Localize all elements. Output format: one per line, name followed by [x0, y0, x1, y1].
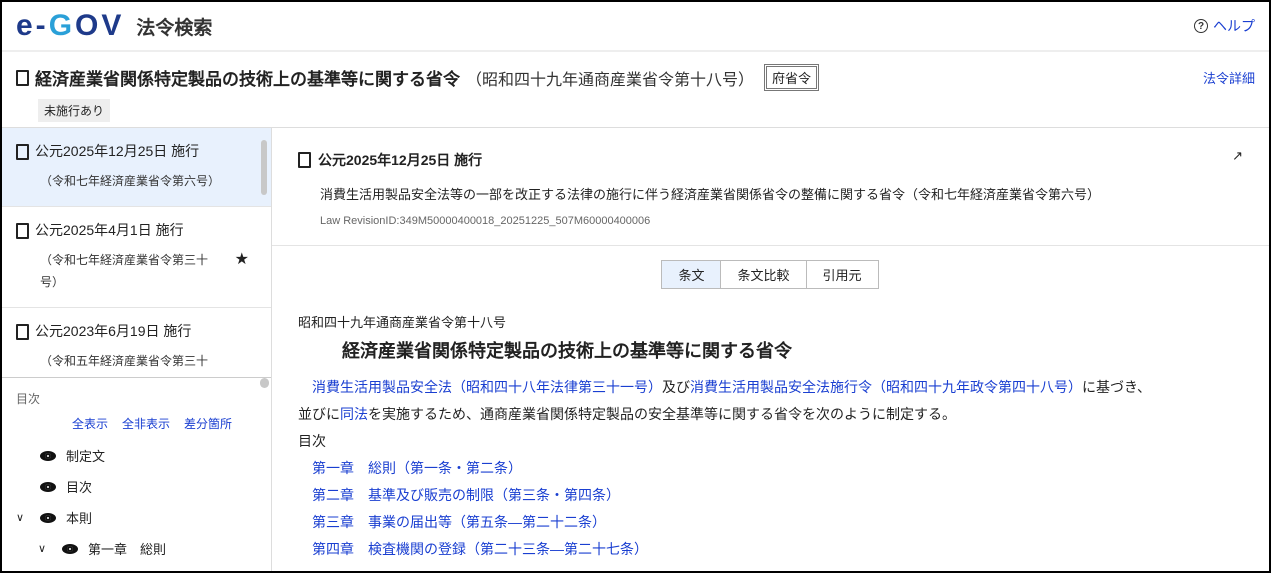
sidebar: 公元2025年12月25日 施行 （令和七年経済産業省令第六号） 公元2025年…	[2, 128, 272, 571]
revision-list: 公元2025年12月25日 施行 （令和七年経済産業省令第六号） 公元2025年…	[2, 128, 271, 378]
help-link[interactable]: ? ヘルプ	[1194, 16, 1255, 36]
eye-icon[interactable]	[62, 543, 78, 554]
toc-label: 目次	[66, 480, 93, 495]
toc-label: 目次	[298, 433, 326, 449]
document-icon	[16, 222, 29, 239]
law-number-text: 昭和四十九年通商産業省令第十八号	[298, 315, 507, 330]
diff-link[interactable]: 差分箇所	[184, 415, 232, 432]
toc-label: 制定文	[66, 449, 106, 464]
toc-item[interactable]: 目次	[16, 471, 257, 502]
help-label: ヘルプ	[1213, 18, 1255, 34]
law-title: 経済産業省関係特定製品の技術上の基準等に関する省令	[35, 70, 460, 89]
toc-label: 本則	[66, 511, 93, 526]
main-content: 公元2025年12月25日 施行 消費生活用製品安全法等の一部を改正する法律の施…	[272, 128, 1269, 571]
toc-item[interactable]: ∨ 第一章 総則	[16, 533, 257, 564]
revision-date: 公元2025年12月25日 施行	[35, 143, 200, 159]
chapter-link[interactable]: 第一章 総則（第一条・第二条）	[312, 460, 522, 476]
chapter-link[interactable]: 第三章 事業の届出等（第五条―第二十二条）	[312, 514, 606, 530]
tab-compare[interactable]: 条文比較	[720, 260, 807, 289]
revision-date: 公元2025年12月25日 施行	[318, 152, 483, 168]
chapter-link[interactable]: 第二章 基準及び販売の制限（第三条・第四条）	[312, 487, 620, 503]
toc-label: 第一章 総則	[88, 542, 167, 557]
law-link[interactable]: 同法	[340, 406, 368, 422]
chevron-down-icon[interactable]: ∨	[38, 542, 52, 555]
law-detail-link[interactable]: 法令詳細	[1203, 68, 1255, 87]
hide-all-link[interactable]: 全非表示	[122, 415, 170, 432]
scrollbar[interactable]	[261, 140, 267, 195]
eye-icon[interactable]	[40, 512, 56, 523]
law-number: （昭和四十九年通商産業省令第十八号）	[466, 71, 755, 89]
law-type-badge: 府省令	[764, 64, 820, 91]
egov-logo[interactable]: e-GOV	[16, 9, 124, 43]
eye-icon[interactable]	[40, 450, 56, 461]
document-icon	[16, 143, 29, 160]
revision-id: Law RevisionID:349M50000400018_20251225_…	[320, 215, 651, 227]
star-icon: ★	[234, 251, 249, 268]
revision-note: （令和七年経済産業省令第三十号）	[40, 253, 209, 289]
show-all-link[interactable]: 全表示	[72, 415, 108, 432]
chevron-down-icon[interactable]: ∨	[16, 511, 30, 524]
external-link-icon[interactable]: ↗	[1232, 148, 1243, 164]
status-tag: 未施行あり	[38, 99, 111, 122]
revision-item[interactable]: 公元2023年6月19日 施行 （令和五年経済産業省令第三十	[2, 308, 271, 377]
document-icon	[298, 152, 311, 168]
law-text: 昭和四十九年通商産業省令第十八号 経済産業省関係特定製品の技術上の基準等に関する…	[272, 289, 1269, 571]
view-tabs: 条文 条文比較 引用元	[272, 260, 1269, 289]
text: 及び	[662, 379, 690, 395]
toc-panel: 目次 全表示 全非表示 差分箇所 制定文 目次 ∨ 本則 ∨ 第一章 総則	[2, 378, 271, 571]
revision-header: 公元2025年12月25日 施行 消費生活用製品安全法等の一部を改正する法律の施…	[272, 128, 1269, 246]
document-icon	[16, 323, 29, 340]
text: 並びに	[298, 406, 340, 422]
revision-note: （令和五年経済産業省令第三十	[40, 354, 209, 368]
help-icon: ?	[1194, 19, 1208, 33]
toc-item[interactable]: 制定文	[16, 440, 257, 471]
revision-note: （令和七年経済産業省令第六号）	[40, 174, 221, 188]
toc-item[interactable]: ∨ 本則	[16, 502, 257, 533]
revision-date: 公元2023年6月19日 施行	[35, 323, 192, 339]
toc-heading: 目次	[16, 392, 41, 406]
site-name: 法令検索	[136, 17, 213, 39]
chapter-link[interactable]: 第四章 検査機関の登録（第二十三条―第二十七条）	[312, 541, 648, 557]
header: e-GOV 法令検索 ? ヘルプ	[2, 2, 1269, 52]
law-link[interactable]: 消費生活用製品安全法（昭和四十八年法律第三十一号）	[312, 379, 662, 395]
law-heading: 経済産業省関係特定製品の技術上の基準等に関する省令	[342, 341, 792, 361]
tab-articles[interactable]: 条文	[661, 260, 722, 289]
text: を実施するため、通商産業省関係特定製品の安全基準等に関する省令を次のように制定す…	[368, 406, 956, 422]
revision-description: 消費生活用製品安全法等の一部を改正する法律の施行に伴う経済産業省関係省令の整備に…	[320, 187, 1101, 202]
law-link[interactable]: 消費生活用製品安全法施行令（昭和四十九年政令第四十八号）	[690, 379, 1082, 395]
tab-citations[interactable]: 引用元	[805, 260, 879, 289]
text: に基づき、	[1082, 379, 1152, 395]
revision-date: 公元2025年4月1日 施行	[35, 222, 184, 238]
eye-icon[interactable]	[40, 481, 56, 492]
revision-item[interactable]: 公元2025年12月25日 施行 （令和七年経済産業省令第六号）	[2, 128, 271, 207]
revision-item[interactable]: 公元2025年4月1日 施行 （令和七年経済産業省令第三十号） ★	[2, 207, 271, 308]
law-title-bar: 経済産業省関係特定製品の技術上の基準等に関する省令 （昭和四十九年通商産業省令第…	[2, 52, 1269, 128]
scrollbar[interactable]	[260, 378, 269, 388]
document-icon	[16, 69, 29, 86]
enactment-paragraph: 消費生活用製品安全法（昭和四十八年法律第三十一号）及び消費生活用製品安全法施行令…	[298, 374, 1243, 401]
